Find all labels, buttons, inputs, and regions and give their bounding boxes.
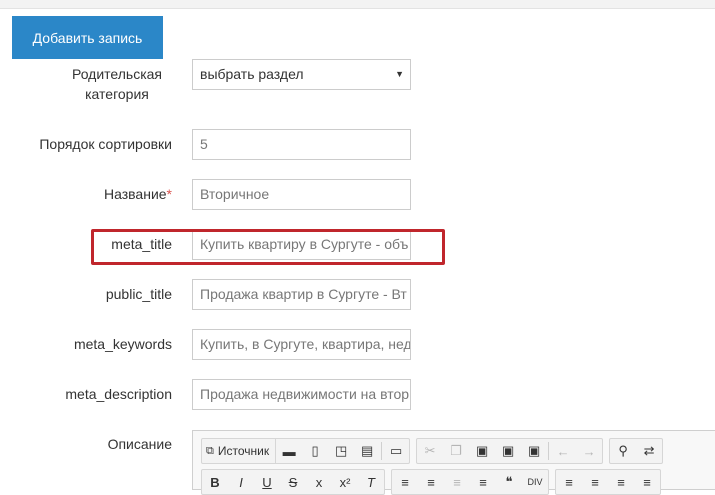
outdent-icon[interactable]: ≡: [444, 470, 470, 494]
copy-icon[interactable]: ❐: [443, 439, 469, 463]
toolbar-group-document: ⧉ Источник ▬ ▯ ◳ ▤ ▭: [201, 438, 411, 464]
subscript-button[interactable]: x: [306, 470, 332, 494]
underline-button[interactable]: U: [254, 470, 280, 494]
redo-icon[interactable]: →: [576, 439, 602, 463]
toolbar-group-basic-styles: B I U S x x² T: [201, 469, 385, 495]
top-divider: [0, 0, 715, 9]
name-label-text: Название: [103, 186, 167, 202]
parent-category-select[interactable]: выбрать раздел ▼: [192, 59, 411, 90]
new-page-icon[interactable]: ▯: [302, 439, 328, 463]
paste-text-icon[interactable]: ▣: [495, 439, 521, 463]
save-icon[interactable]: ▬: [276, 439, 302, 463]
parent-category-label-line: Родительская: [71, 66, 163, 82]
source-button[interactable]: ⧉ Источник: [202, 439, 277, 463]
meta-description-label: meta_description: [65, 386, 172, 402]
public-title-label: public_title: [105, 286, 172, 302]
toolbar-separator: [548, 442, 550, 460]
italic-button[interactable]: I: [228, 470, 254, 494]
strike-button[interactable]: S: [280, 470, 306, 494]
cut-icon[interactable]: ✂: [417, 439, 443, 463]
bold-button[interactable]: B: [202, 470, 228, 494]
editor-toolbar-row-2: B I U S x x² T ≡ ≡ ≡ ≡ ❝ DIV ≡ ≡ ≡ ≡: [201, 469, 667, 495]
parent-category-label: Родительская категория: [62, 64, 172, 104]
find-icon[interactable]: ⚲: [610, 439, 636, 463]
toolbar-group-lists: ≡ ≡ ≡ ≡ ❝ DIV: [391, 469, 549, 495]
print-icon[interactable]: ▤: [354, 439, 380, 463]
meta-keywords-input[interactable]: Купить, в Сургуте, квартира, нед: [192, 329, 411, 360]
dropdown-arrow-icon: ▼: [395, 69, 404, 79]
blockquote-icon[interactable]: ❝: [496, 470, 522, 494]
toolbar-group-align: ≡ ≡ ≡ ≡: [555, 469, 661, 495]
superscript-button[interactable]: x²: [332, 470, 358, 494]
meta-description-input[interactable]: Продажа недвижимости на втор: [192, 379, 411, 410]
paste-icon[interactable]: ▣: [469, 439, 495, 463]
add-record-button[interactable]: Добавить запись: [12, 16, 163, 59]
templates-icon[interactable]: ▭: [383, 439, 409, 463]
public-title-input[interactable]: Продажа квартир в Сургуте - Вт: [192, 279, 411, 310]
meta-keywords-label: meta_keywords: [73, 336, 172, 352]
source-label: Источник: [217, 444, 270, 458]
meta-title-highlight: [91, 229, 445, 265]
parent-category-label-line: категория: [85, 86, 149, 102]
undo-icon[interactable]: ←: [550, 439, 576, 463]
sort-order-label: Порядок сортировки: [39, 136, 172, 152]
description-label: Описание: [107, 436, 172, 452]
align-center-icon[interactable]: ≡: [582, 470, 608, 494]
bulleted-list-icon[interactable]: ≡: [418, 470, 444, 494]
parent-category-label-text: Родительская категория: [72, 66, 162, 102]
sort-order-input[interactable]: 5: [192, 129, 411, 160]
name-input[interactable]: Вторичное: [192, 179, 411, 210]
required-mark: *: [166, 186, 172, 202]
indent-icon[interactable]: ≡: [470, 470, 496, 494]
align-right-icon[interactable]: ≡: [608, 470, 634, 494]
align-left-icon[interactable]: ≡: [556, 470, 582, 494]
div-button[interactable]: DIV: [522, 470, 548, 494]
remove-format-button[interactable]: T: [358, 470, 384, 494]
toolbar-group-clipboard: ✂ ❐ ▣ ▣ ▣ ← →: [416, 438, 604, 464]
toolbar-separator: [381, 442, 383, 460]
name-label: Название*: [104, 184, 172, 204]
toolbar-group-find: ⚲ ⇄: [609, 438, 664, 464]
paste-word-icon[interactable]: ▣: [521, 439, 547, 463]
preview-icon[interactable]: ◳: [328, 439, 354, 463]
editor-toolbar-row-1: ⧉ Источник ▬ ▯ ◳ ▤ ▭ ✂ ❐ ▣ ▣ ▣ ← → ⚲ ⇄: [201, 438, 669, 464]
source-icon: ⧉: [206, 444, 214, 457]
align-justify-icon[interactable]: ≡: [634, 470, 660, 494]
rich-text-editor[interactable]: ⧉ Источник ▬ ▯ ◳ ▤ ▭ ✂ ❐ ▣ ▣ ▣ ← → ⚲ ⇄ B: [192, 430, 715, 495]
parent-category-value: выбрать раздел: [200, 66, 304, 82]
numbered-list-icon[interactable]: ≡: [392, 470, 418, 494]
replace-icon[interactable]: ⇄: [636, 439, 662, 463]
